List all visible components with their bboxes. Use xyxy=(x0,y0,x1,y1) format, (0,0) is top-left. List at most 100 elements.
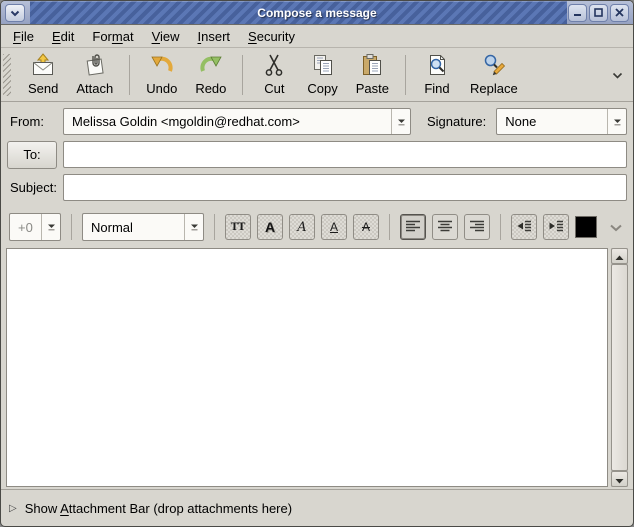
redo-label: Redo xyxy=(195,81,226,96)
message-body-area xyxy=(1,248,633,489)
attach-button[interactable]: Attach xyxy=(67,49,122,100)
align-right-toggle[interactable] xyxy=(464,214,490,240)
close-icon xyxy=(615,5,624,20)
arrow-up-icon xyxy=(615,249,624,264)
find-icon xyxy=(425,53,449,80)
cut-label: Cut xyxy=(264,81,284,96)
underline-glyph: A xyxy=(330,220,338,234)
format-separator xyxy=(214,214,215,240)
toolbar-grip-handle[interactable] xyxy=(3,54,11,96)
bold-glyph: A xyxy=(265,219,275,235)
find-label: Find xyxy=(424,81,449,96)
font-size-select[interactable]: +0 xyxy=(9,213,61,241)
subject-label: Subject: xyxy=(7,180,57,195)
copy-icon xyxy=(311,53,335,80)
attachment-bar-label: Show Attachment Bar (drop attachments he… xyxy=(25,501,292,516)
window-menu-button[interactable] xyxy=(5,4,25,22)
attach-label: Attach xyxy=(76,81,113,96)
subject-input[interactable] xyxy=(63,174,627,201)
align-center-toggle[interactable] xyxy=(432,214,458,240)
scroll-down-button[interactable] xyxy=(611,471,628,487)
main-toolbar: Send Attach Undo xyxy=(1,48,633,102)
strikethrough-toggle[interactable]: A xyxy=(353,214,379,240)
replace-button[interactable]: Replace xyxy=(461,49,527,100)
combo-arrow-icon xyxy=(391,109,410,134)
strikethrough-glyph: A xyxy=(362,220,370,234)
cut-button[interactable]: Cut xyxy=(250,49,298,100)
scroll-up-button[interactable] xyxy=(611,248,628,264)
titlebar[interactable]: Compose a message xyxy=(1,1,633,25)
toolbar-separator xyxy=(242,55,243,95)
header-fields: From: Melissa Goldin <mgoldin@redhat.com… xyxy=(1,102,633,206)
menu-item-format[interactable]: Format xyxy=(84,27,141,46)
typewriter-toggle[interactable]: TT xyxy=(225,214,251,240)
paragraph-style-value: Normal xyxy=(83,214,184,240)
expander-triangle-icon: ▷ xyxy=(9,503,17,514)
redo-icon xyxy=(199,53,223,80)
combo-arrow-icon xyxy=(184,214,203,240)
undo-icon xyxy=(150,53,174,80)
undo-label: Undo xyxy=(146,81,177,96)
to-input[interactable] xyxy=(63,141,627,168)
find-button[interactable]: Find xyxy=(413,49,461,100)
send-label: Send xyxy=(28,81,58,96)
minimize-button[interactable] xyxy=(568,4,587,22)
message-body-input[interactable] xyxy=(6,248,608,487)
titlebar-stripes xyxy=(30,1,567,24)
cut-icon xyxy=(262,53,286,80)
bold-toggle[interactable]: A xyxy=(257,214,283,240)
align-left-toggle[interactable] xyxy=(400,214,426,240)
indent-icon xyxy=(548,219,564,236)
format-overflow-button[interactable] xyxy=(607,218,625,237)
redo-button[interactable]: Redo xyxy=(186,49,235,100)
arrow-down-icon xyxy=(615,472,624,487)
chevron-down-icon xyxy=(609,220,623,235)
signature-value: None xyxy=(497,109,607,134)
maximize-button[interactable] xyxy=(589,4,608,22)
font-color-swatch[interactable] xyxy=(575,216,597,238)
italic-toggle[interactable]: A xyxy=(289,214,315,240)
replace-icon xyxy=(482,53,506,80)
signature-select[interactable]: None xyxy=(496,108,627,135)
menubar: File Edit Format View Insert Security xyxy=(1,25,633,48)
toolbar-overflow-button[interactable] xyxy=(608,63,627,86)
paragraph-style-select[interactable]: Normal xyxy=(82,213,204,241)
font-size-value: +0 xyxy=(10,214,41,240)
maximize-icon xyxy=(594,5,603,20)
format-separator xyxy=(71,214,72,240)
combo-arrow-icon xyxy=(41,214,60,240)
window-controls xyxy=(568,4,629,22)
toolbar-separator xyxy=(405,55,406,95)
unindent-icon xyxy=(516,219,532,236)
menu-item-file[interactable]: File xyxy=(5,27,42,46)
vertical-scrollbar[interactable] xyxy=(611,248,628,487)
show-attachment-bar[interactable]: ▷ Show Attachment Bar (drop attachments … xyxy=(1,489,633,526)
typewriter-glyph: TT xyxy=(231,222,246,233)
underline-toggle[interactable]: A xyxy=(321,214,347,240)
copy-button[interactable]: Copy xyxy=(298,49,346,100)
from-select[interactable]: Melissa Goldin <mgoldin@redhat.com> xyxy=(63,108,411,135)
chevron-down-icon xyxy=(10,5,20,20)
menu-item-insert[interactable]: Insert xyxy=(190,27,239,46)
close-button[interactable] xyxy=(610,4,629,22)
subject-row: Subject: xyxy=(7,173,627,202)
indent-button[interactable] xyxy=(543,214,569,240)
align-left-icon xyxy=(405,219,421,236)
from-label: From: xyxy=(7,114,57,129)
send-icon xyxy=(31,53,55,80)
unindent-button[interactable] xyxy=(511,214,537,240)
copy-label: Copy xyxy=(307,81,337,96)
scrollbar-thumb[interactable] xyxy=(611,264,628,471)
menu-item-edit[interactable]: Edit xyxy=(44,27,82,46)
from-row: From: Melissa Goldin <mgoldin@redhat.com… xyxy=(7,107,627,136)
menu-item-view[interactable]: View xyxy=(144,27,188,46)
compose-window: Compose a message File Edit Format xyxy=(0,0,634,527)
align-center-icon xyxy=(437,219,453,236)
paste-button[interactable]: Paste xyxy=(347,49,398,100)
format-separator xyxy=(389,214,390,240)
undo-button[interactable]: Undo xyxy=(137,49,186,100)
combo-arrow-icon xyxy=(607,109,626,134)
menu-item-security[interactable]: Security xyxy=(240,27,303,46)
to-button[interactable]: To: xyxy=(7,141,57,169)
send-button[interactable]: Send xyxy=(19,49,67,100)
